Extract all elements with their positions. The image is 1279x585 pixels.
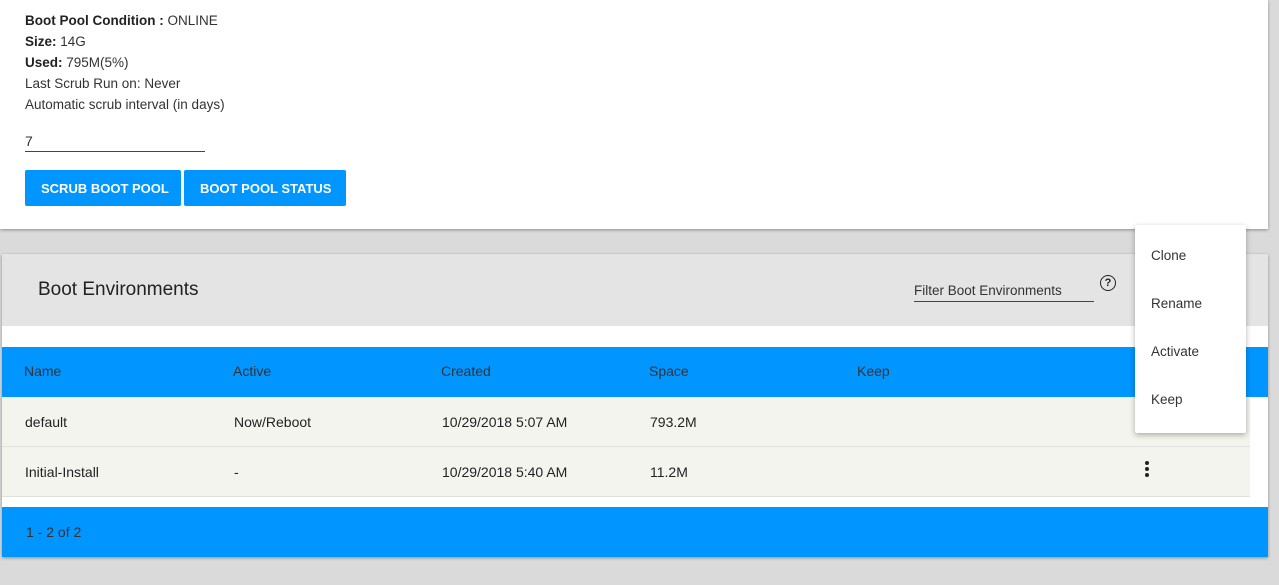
boot-pool-size: Size: 14G [25, 31, 225, 52]
boot-environments-card: Boot Environments ? Name Active Created … [2, 254, 1268, 557]
boot-pool-status-button[interactable]: BOOT POOL STATUS [184, 170, 346, 206]
scrub-interval-label: Automatic scrub interval (in days) [25, 97, 225, 112]
menu-item-clone[interactable]: Clone [1151, 248, 1186, 263]
used-value: 795M(5%) [66, 55, 129, 70]
used-label: Used: [25, 55, 63, 70]
boot-pool-info: Boot Pool Condition : ONLINE Size: 14G U… [25, 10, 225, 115]
cell-active: - [234, 464, 239, 480]
menu-item-rename[interactable]: Rename [1151, 296, 1202, 311]
boot-pool-used: Used: 795M(5%) [25, 52, 225, 73]
pagination-range: 1 - 2 of 2 [26, 524, 82, 540]
cell-created: 10/29/2018 5:07 AM [442, 414, 568, 430]
row-action-menu: Clone Rename Activate Keep [1135, 225, 1246, 433]
column-header-name[interactable]: Name [24, 363, 61, 379]
cell-space: 11.2M [650, 464, 688, 480]
cell-active: Now/Reboot [234, 414, 312, 430]
scrub-interval-input[interactable] [25, 130, 205, 152]
condition-value: ONLINE [167, 13, 218, 28]
cell-name: Initial-Install [25, 464, 99, 480]
boot-pool-condition: Boot Pool Condition : ONLINE [25, 10, 225, 31]
cell-created: 10/29/2018 5:40 AM [442, 464, 568, 480]
table-header: Name Active Created Space Keep [2, 347, 1268, 397]
cell-name: default [25, 414, 68, 430]
column-header-active[interactable]: Active [233, 363, 271, 379]
condition-label: Boot Pool Condition : [25, 13, 164, 28]
last-scrub-text: Last Scrub Run on: Never [25, 76, 181, 91]
scrub-boot-pool-button[interactable]: SCRUB BOOT POOL [25, 170, 181, 206]
boot-pool-card: Boot Pool Condition : ONLINE Size: 14G U… [0, 0, 1268, 229]
table-row[interactable]: default Now/Reboot 10/29/2018 5:07 AM 79… [2, 397, 1250, 447]
size-label: Size: [25, 34, 57, 49]
column-header-created[interactable]: Created [441, 363, 491, 379]
menu-item-activate[interactable]: Activate [1151, 344, 1199, 359]
cell-space: 793.2M [650, 414, 697, 430]
table-footer: 1 - 2 of 2 [2, 507, 1268, 557]
column-header-space[interactable]: Space [649, 363, 689, 379]
size-value: 14G [60, 34, 86, 49]
column-header-keep[interactable]: Keep [857, 363, 890, 379]
boot-environments-title: Boot Environments [38, 279, 199, 300]
help-icon[interactable]: ? [1100, 275, 1116, 291]
table-row[interactable]: Initial-Install - 10/29/2018 5:40 AM 11.… [2, 447, 1250, 497]
menu-item-keep[interactable]: Keep [1151, 392, 1183, 407]
boot-environments-header: Boot Environments ? [2, 254, 1268, 326]
more-vert-icon[interactable] [1142, 461, 1152, 483]
filter-boot-environments-input[interactable] [914, 279, 1094, 302]
